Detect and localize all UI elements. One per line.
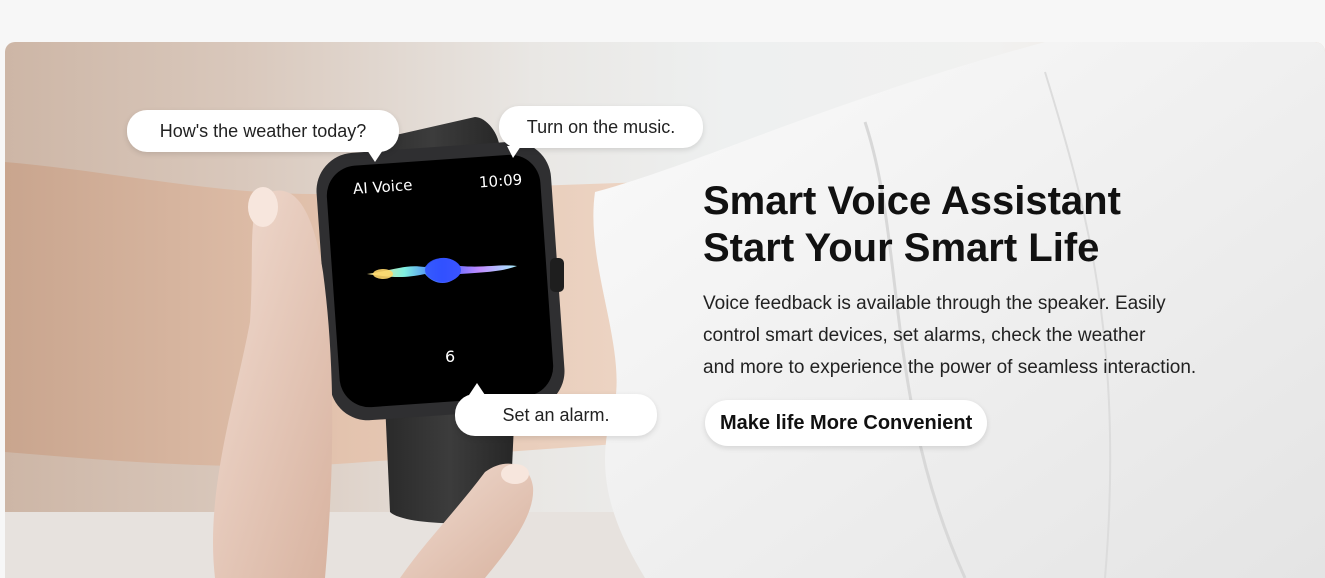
- speech-bubble-weather: How's the weather today?: [127, 110, 399, 162]
- speech-bubble-alarm: Set an alarm.: [455, 383, 657, 436]
- speech-bubble-music: Turn on the music.: [499, 106, 703, 158]
- description-line-1: Voice feedback is available through the …: [703, 293, 1166, 314]
- hero-description: Voice feedback is available through the …: [703, 288, 1196, 384]
- watch-time: 10:09: [478, 170, 523, 192]
- description-line-3: and more to experience the power of seam…: [703, 357, 1197, 378]
- headline-line-1: Smart Voice Assistant: [703, 179, 1121, 223]
- description-line-2: control smart devices, set alarms, check…: [703, 325, 1146, 346]
- hero-headline: Smart Voice Assistant Start Your Smart L…: [703, 178, 1121, 272]
- bubble-tail: [469, 383, 485, 395]
- speech-bubble-music-text: Turn on the music.: [526, 116, 676, 137]
- bubble-tail: [367, 150, 383, 162]
- bubble-tail: [507, 146, 521, 158]
- headline-line-2: Start Your Smart Life: [703, 226, 1100, 270]
- watch-crown: [550, 258, 564, 292]
- cta-button[interactable]: Make life More Convenient: [705, 400, 988, 446]
- watch-number: 6: [445, 347, 456, 366]
- speech-bubble-weather-text: How's the weather today?: [159, 120, 367, 141]
- speech-bubble-alarm-text: Set an alarm.: [502, 404, 610, 425]
